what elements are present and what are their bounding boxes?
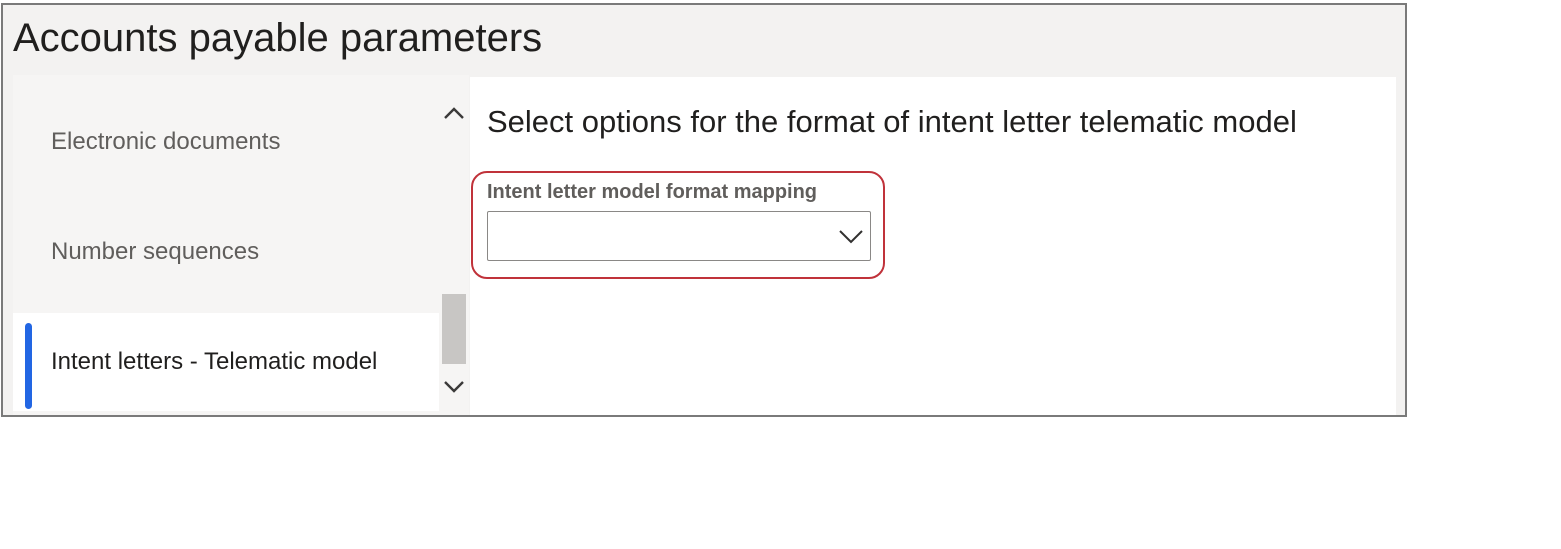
page-title: Accounts payable parameters xyxy=(13,16,543,60)
selected-indicator xyxy=(25,323,32,409)
sidebar-item-label: Number sequences xyxy=(51,238,260,265)
format-mapping-dropdown[interactable] xyxy=(487,211,871,261)
app-window: Accounts payable parameters Electronic d… xyxy=(1,3,1407,417)
sidebar: Electronic documents Number sequences In… xyxy=(13,75,439,415)
sidebar-item-electronic-documents[interactable]: Electronic documents xyxy=(13,93,439,191)
scrollbar-thumb[interactable] xyxy=(442,294,466,364)
chevron-down-icon[interactable] xyxy=(439,371,469,401)
field-label: Intent letter model format mapping xyxy=(487,181,818,203)
sidebar-scrollbar[interactable] xyxy=(439,75,469,415)
main-panel: Select options for the format of intent … xyxy=(470,77,1396,415)
chevron-down-icon[interactable] xyxy=(838,225,864,247)
sidebar-item-intent-letters[interactable]: Intent letters - Telematic model xyxy=(13,313,439,411)
sidebar-item-number-sequences[interactable]: Number sequences xyxy=(13,203,439,301)
sidebar-item-label: Electronic documents xyxy=(51,128,281,155)
section-title: Select options for the format of intent … xyxy=(487,104,1297,139)
chevron-up-icon[interactable] xyxy=(439,99,469,129)
sidebar-item-label: Intent letters - Telematic model xyxy=(51,348,378,375)
